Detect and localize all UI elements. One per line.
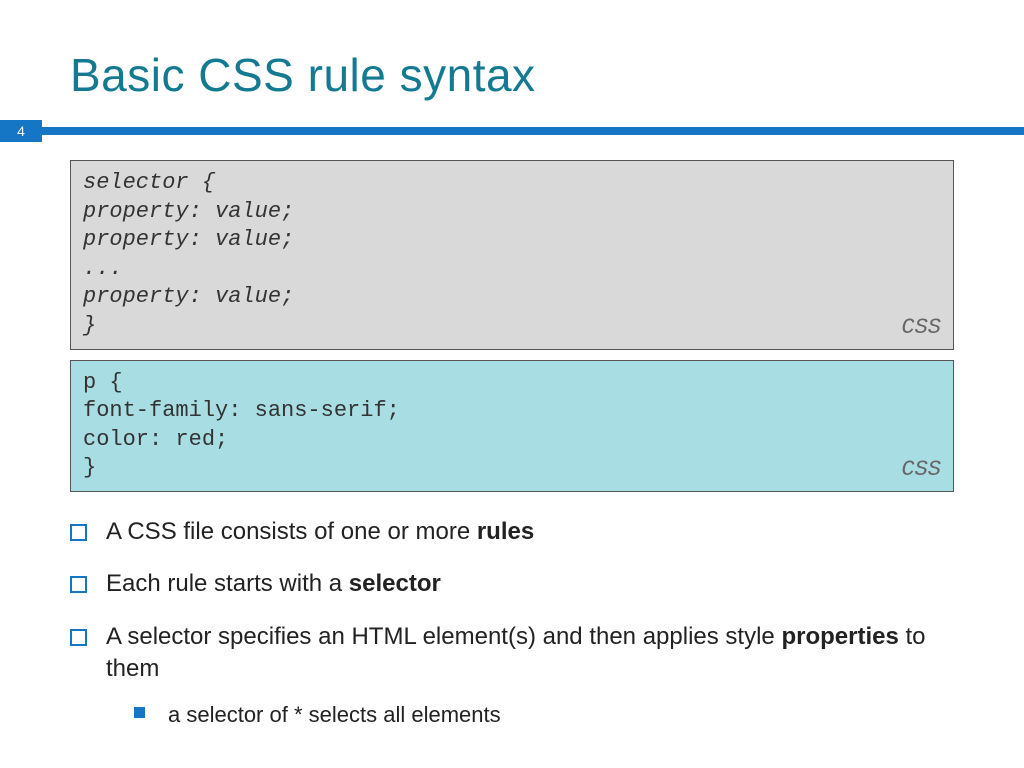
bullet-item: A selector specifies an HTML element(s) …: [70, 621, 954, 729]
sub-bullet-item: a selector of * selects all elements: [134, 700, 954, 730]
bullet-text-pre: Each rule starts with a: [106, 570, 349, 597]
slide-title: Basic CSS rule syntax: [0, 0, 1024, 120]
bullet-text-pre: A CSS file consists of one or more: [106, 518, 477, 545]
header-stripe: 4: [0, 120, 1024, 142]
bullet-list: A CSS file consists of one or more rules…: [70, 516, 954, 729]
code-template-box: selector { property: value; property: va…: [70, 160, 954, 350]
bullet-item: A CSS file consists of one or more rules: [70, 516, 954, 548]
content-area: selector { property: value; property: va…: [0, 160, 1024, 729]
bullet-item: Each rule starts with a selector: [70, 568, 954, 600]
sub-bullet-list: a selector of * selects all elements: [106, 700, 954, 730]
code-template-label: CSS: [901, 314, 941, 343]
code-example-label: CSS: [901, 456, 941, 485]
code-example-box: p { font-family: sans-serif; color: red;…: [70, 360, 954, 492]
page-number: 4: [0, 120, 42, 142]
bullet-text-pre: A selector specifies an HTML element(s) …: [106, 623, 781, 650]
stripe-bar: [42, 127, 1024, 135]
code-example-text: p { font-family: sans-serif; color: red;…: [83, 370, 400, 481]
bullet-text-bold: selector: [349, 570, 441, 597]
slide: Basic CSS rule syntax 4 selector { prope…: [0, 0, 1024, 768]
bullet-text-bold: properties: [781, 623, 898, 650]
code-template-text: selector { property: value; property: va…: [83, 170, 294, 338]
bullet-text-bold: rules: [477, 518, 534, 545]
